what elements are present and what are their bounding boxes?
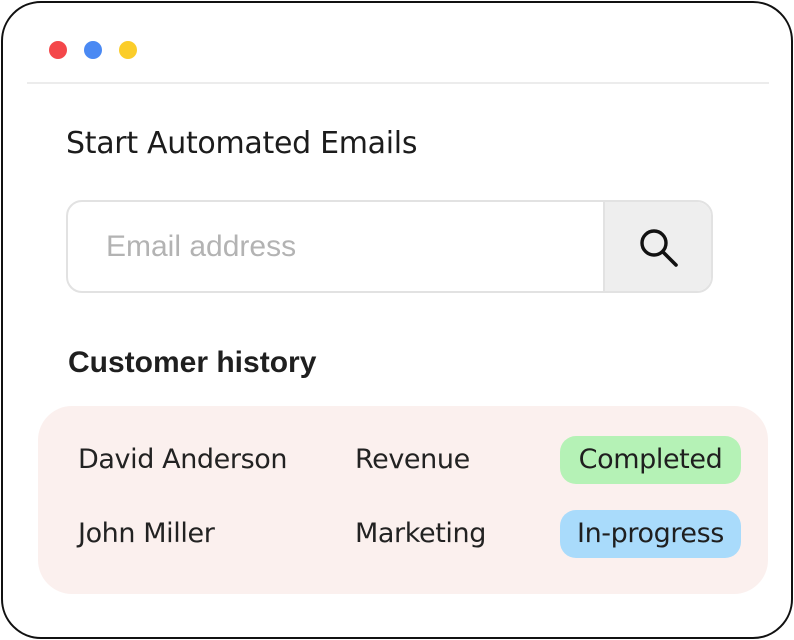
close-window-button[interactable]	[49, 41, 67, 59]
list-item[interactable]: David Anderson Revenue Completed	[38, 436, 768, 484]
search-button[interactable]	[603, 202, 711, 291]
search-icon	[640, 228, 678, 267]
maximize-window-button[interactable]	[84, 41, 102, 59]
page-title: Start Automated Emails	[66, 126, 418, 161]
customer-history-title: Customer history	[68, 346, 317, 379]
email-address-input[interactable]	[68, 202, 605, 291]
email-search-bar	[66, 200, 713, 293]
customer-department: Revenue	[355, 444, 470, 475]
titlebar-divider	[27, 82, 769, 84]
customer-history-list: David Anderson Revenue Completed John Mi…	[38, 406, 768, 594]
customer-name: John Miller	[78, 518, 215, 549]
status-badge: In-progress	[560, 510, 741, 558]
customer-department: Marketing	[355, 518, 486, 549]
list-item[interactable]: John Miller Marketing In-progress	[38, 510, 768, 558]
customer-name: David Anderson	[78, 444, 288, 475]
minimize-window-button[interactable]	[119, 41, 137, 59]
status-badge: Completed	[560, 436, 741, 484]
